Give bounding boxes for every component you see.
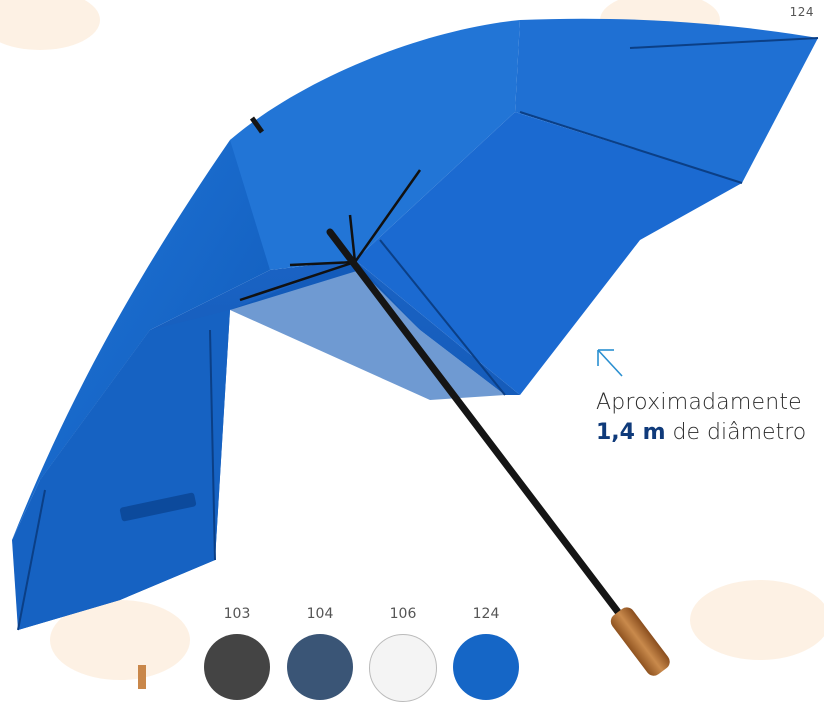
swatch-104[interactable]: 104 (286, 606, 354, 700)
swatch-code: 106 (389, 606, 417, 622)
callout-line1: Aproximadamente (596, 390, 802, 415)
diameter-suffix: de diâmetro (665, 420, 807, 445)
swatch-dot (453, 634, 519, 700)
swatch-code: 104 (306, 606, 334, 622)
color-swatches: 103 104 106 124 (203, 606, 523, 702)
swatch-dot (369, 634, 437, 702)
swatch-dot (287, 634, 353, 700)
diameter-value: 1,4 m (596, 420, 666, 445)
swatch-106[interactable]: 106 (369, 606, 437, 702)
swatch-code: 124 (472, 606, 500, 622)
swatch-code: 103 (223, 606, 251, 622)
arrow-up-left-icon (597, 349, 623, 377)
swatch-103[interactable]: 103 (203, 606, 271, 700)
swatch-124[interactable]: 124 (452, 606, 520, 700)
umbrella-illustration (0, 0, 824, 689)
swatch-dot (204, 634, 270, 700)
callout-line2: 1,4 m de diâmetro (596, 420, 806, 445)
